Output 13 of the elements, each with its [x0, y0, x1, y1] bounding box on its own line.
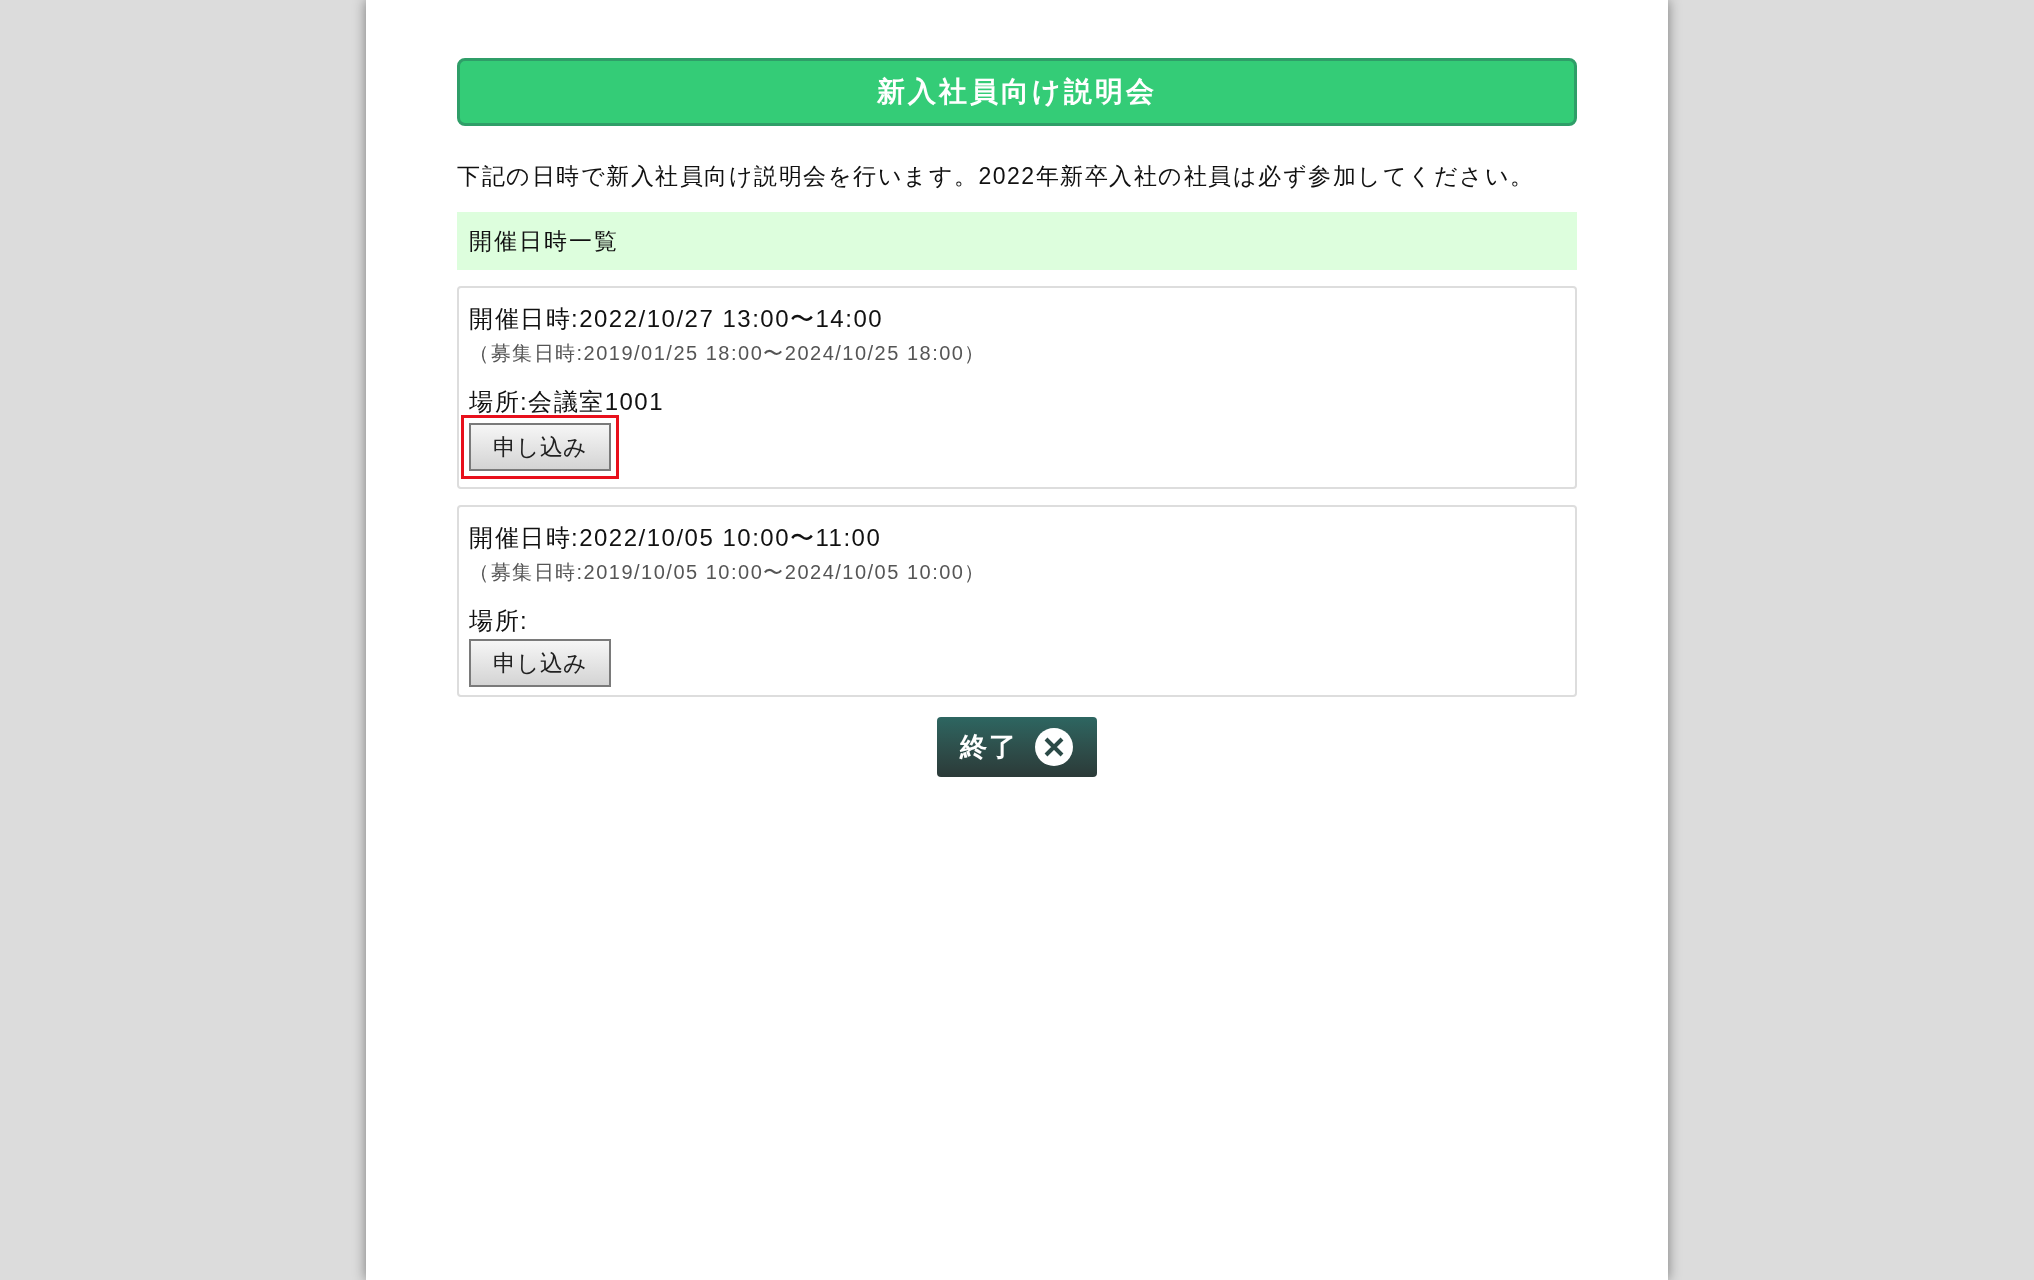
section-heading: 開催日時一覧	[457, 212, 1577, 270]
page-title: 新入社員向け説明会	[457, 58, 1577, 126]
apply-button[interactable]: 申し込み	[469, 639, 611, 687]
session-datetime: 開催日時:2022/10/05 10:00〜11:00	[469, 523, 882, 553]
session-place: 場所:	[469, 606, 529, 636]
recruitment-period: （募集日時:2019/01/25 18:00〜2024/10/25 18:00）	[469, 341, 986, 366]
recruitment-period: （募集日時:2019/10/05 10:00〜2024/10/05 10:00）	[469, 560, 986, 585]
apply-button[interactable]: 申し込み	[469, 423, 611, 471]
close-icon	[1034, 727, 1074, 767]
session-datetime: 開催日時:2022/10/27 13:00〜14:00	[469, 304, 884, 334]
close-button[interactable]: 終了	[937, 717, 1097, 777]
intro-text: 下記の日時で新入社員向け説明会を行います。2022年新卒入社の社員は必ず参加してください。	[457, 162, 1536, 191]
session-place: 場所:会議室1001	[469, 387, 665, 417]
